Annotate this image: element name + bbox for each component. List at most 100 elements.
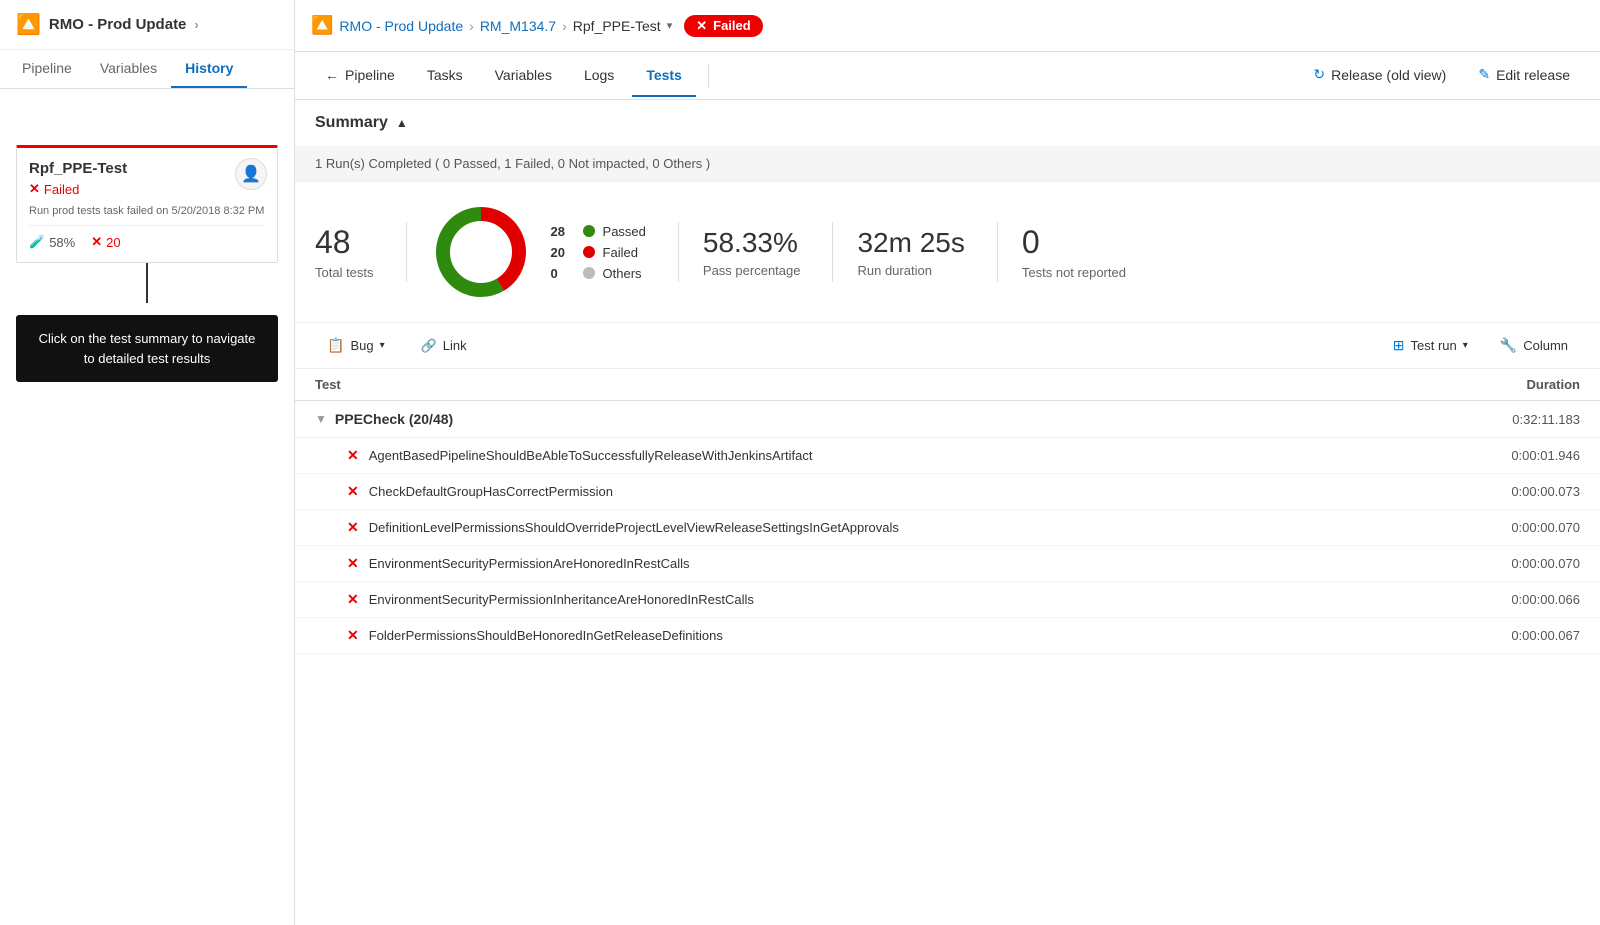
run-duration-number: 32m 25s bbox=[857, 227, 964, 259]
table-row[interactable]: ✕ EnvironmentSecurityPermissionAreHonore… bbox=[295, 546, 1600, 582]
toolbar-right: ⊞ Test run ▾ 🔧 Column bbox=[1381, 331, 1580, 360]
fail-x-icon: ✕ bbox=[347, 627, 359, 644]
table-row[interactable]: ✕ AgentBasedPipelineShouldBeAbleToSucces… bbox=[295, 438, 1600, 474]
nav-right: ↻ Release (old view) ✎ Edit release bbox=[1299, 54, 1584, 97]
not-reported-stat: 0 Tests not reported bbox=[1022, 224, 1158, 280]
summary-bar: 1 Run(s) Completed ( 0 Passed, 1 Failed,… bbox=[295, 146, 1600, 182]
donut-legend: 28 Passed 20 Failed 0 Others bbox=[551, 224, 646, 281]
total-tests-number: 48 bbox=[315, 224, 351, 261]
others-count: 0 bbox=[551, 266, 575, 281]
test-toolbar: 📋 Bug ▾ 🔗 Link ⊞ Test run ▾ 🔧 Column bbox=[295, 323, 1600, 369]
total-tests-stat: 48 Total tests bbox=[315, 224, 406, 280]
refresh-icon: ↻ bbox=[1313, 66, 1325, 83]
back-arrow-icon: ← bbox=[325, 67, 339, 83]
nav-pipeline[interactable]: ← Pipeline bbox=[311, 55, 409, 97]
bug-chevron-icon: ▾ bbox=[380, 340, 385, 351]
sidebar-tabs: Pipeline Variables History bbox=[0, 50, 294, 89]
passed-dot bbox=[583, 225, 595, 237]
nav-tasks[interactable]: Tasks bbox=[413, 55, 477, 97]
failed-dot bbox=[583, 246, 595, 258]
summary-header[interactable]: Summary ▲ bbox=[295, 100, 1600, 146]
sidebar-tab-pipeline[interactable]: Pipeline bbox=[8, 50, 86, 88]
col-duration-header: Duration bbox=[1440, 377, 1580, 392]
fail-x-icon: ✕ bbox=[347, 483, 359, 500]
app-icon-main: 🔼 bbox=[311, 15, 333, 36]
nav-edit-release[interactable]: ✎ Edit release bbox=[1464, 54, 1584, 97]
test-run-icon: ⊞ bbox=[1393, 337, 1405, 354]
table-row[interactable]: ✕ EnvironmentSecurityPermissionInheritan… bbox=[295, 582, 1600, 618]
table-row[interactable]: ▼ PPECheck (20/48) 0:32:11.183 bbox=[295, 401, 1600, 438]
breadcrumb: 🔼 RMO - Prod Update › RM_M134.7 › Rpf_PP… bbox=[311, 15, 672, 36]
bug-button[interactable]: 📋 Bug ▾ bbox=[315, 331, 397, 360]
stat-divider-1 bbox=[406, 222, 407, 282]
test-run-button[interactable]: ⊞ Test run ▾ bbox=[1381, 331, 1480, 360]
nav-logs[interactable]: Logs bbox=[570, 55, 628, 97]
sidebar-tab-variables[interactable]: Variables bbox=[86, 50, 171, 88]
test-run-chevron-icon: ▾ bbox=[1463, 340, 1468, 351]
column-button[interactable]: 🔧 Column bbox=[1488, 331, 1580, 360]
bc-dropdown-icon[interactable]: ▾ bbox=[667, 19, 673, 32]
fail-count: 20 bbox=[106, 235, 120, 250]
fail-x-icon: ✕ bbox=[347, 519, 359, 536]
test-duration: 0:00:00.070 bbox=[1440, 520, 1580, 535]
flask-icon: 🧪 bbox=[29, 234, 45, 250]
test-name: FolderPermissionsShouldBeHonoredInGetRel… bbox=[369, 628, 1440, 643]
test-table: Test Duration ▼ PPECheck (20/48) 0:32:11… bbox=[295, 369, 1600, 925]
table-row[interactable]: ✕ DefinitionLevelPermissionsShouldOverri… bbox=[295, 510, 1600, 546]
table-row[interactable]: ✕ CheckDefaultGroupHasCorrectPermission … bbox=[295, 474, 1600, 510]
others-dot bbox=[583, 267, 595, 279]
badge-x-icon: ✕ bbox=[696, 18, 707, 34]
test-duration: 0:00:00.073 bbox=[1440, 484, 1580, 499]
nav-release-old[interactable]: ↻ Release (old view) bbox=[1299, 54, 1460, 97]
expand-icon: ▼ bbox=[315, 412, 327, 426]
test-duration: 0:00:01.946 bbox=[1440, 448, 1580, 463]
breadcrumb-arrow: › bbox=[194, 17, 198, 32]
fail-x-icon: ✕ bbox=[347, 447, 359, 464]
not-reported-number: 0 bbox=[1022, 224, 1040, 261]
run-duration-label: Run duration bbox=[857, 263, 931, 278]
test-duration: 0:00:00.070 bbox=[1440, 556, 1580, 571]
table-row[interactable]: ✕ FolderPermissionsShouldBeHonoredInGetR… bbox=[295, 618, 1600, 654]
status-x-icon: ✕ bbox=[29, 181, 40, 197]
total-tests-label: Total tests bbox=[315, 265, 374, 280]
nav-variables[interactable]: Variables bbox=[481, 55, 566, 97]
sidebar: 🔼 RMO - Prod Update › Pipeline Variables… bbox=[0, 0, 295, 925]
group-duration: 0:32:11.183 bbox=[1440, 412, 1580, 427]
card-description: Run prod tests task failed on 5/20/2018 … bbox=[29, 205, 265, 217]
nav-tests[interactable]: Tests bbox=[632, 55, 696, 97]
fail-x-icon: ✕ bbox=[347, 591, 359, 608]
test-name: EnvironmentSecurityPermissionAreHonoredI… bbox=[369, 556, 1440, 571]
stat-divider-2 bbox=[678, 222, 679, 282]
bc-current[interactable]: Rpf_PPE-Test bbox=[573, 18, 661, 34]
sidebar-tab-history[interactable]: History bbox=[171, 50, 247, 88]
link-button[interactable]: 🔗 Link bbox=[409, 332, 479, 360]
app-title[interactable]: RMO - Prod Update bbox=[49, 16, 187, 33]
tooltip-text: Click on the test summary to navigate to… bbox=[39, 331, 256, 366]
summary-title: Summary bbox=[315, 114, 388, 132]
pipeline-card[interactable]: 👤 Rpf_PPE-Test ✕ Failed Run prod tests t… bbox=[16, 145, 278, 263]
edit-icon: ✎ bbox=[1478, 66, 1490, 83]
donut-chart[interactable] bbox=[431, 202, 531, 302]
sidebar-content: 👤 Rpf_PPE-Test ✕ Failed Run prod tests t… bbox=[0, 89, 294, 925]
donut-section: 28 Passed 20 Failed 0 Others bbox=[431, 202, 678, 302]
card-status: ✕ Failed bbox=[29, 181, 265, 197]
col-test-header: Test bbox=[315, 377, 1440, 392]
passed-label: Passed bbox=[603, 224, 646, 239]
summary-stats: 48 Total tests 28 Passed bbox=[295, 182, 1600, 323]
test-name: DefinitionLevelPermissionsShouldOverride… bbox=[369, 520, 1440, 535]
app-icon: 🔼 bbox=[16, 12, 41, 37]
legend-passed: 28 Passed bbox=[551, 224, 646, 239]
bc-rmo[interactable]: RMO - Prod Update bbox=[339, 18, 463, 34]
bug-icon: 📋 bbox=[327, 337, 344, 354]
avatar-button[interactable]: 👤 bbox=[235, 158, 267, 190]
main-content: 🔼 RMO - Prod Update › RM_M134.7 › Rpf_PP… bbox=[295, 0, 1600, 925]
not-reported-label: Tests not reported bbox=[1022, 265, 1126, 280]
pass-pct-number: 58.33% bbox=[703, 227, 798, 259]
bc-rm[interactable]: RM_M134.7 bbox=[480, 18, 556, 34]
card-footer: 🧪 58% ✕ 20 bbox=[29, 225, 265, 250]
column-icon: 🔧 bbox=[1500, 337, 1517, 354]
sidebar-header: 🔼 RMO - Prod Update › bbox=[0, 0, 294, 50]
summary-chevron-icon: ▲ bbox=[396, 116, 408, 130]
group-name: PPECheck (20/48) bbox=[335, 411, 1440, 427]
table-header: Test Duration bbox=[295, 369, 1600, 401]
